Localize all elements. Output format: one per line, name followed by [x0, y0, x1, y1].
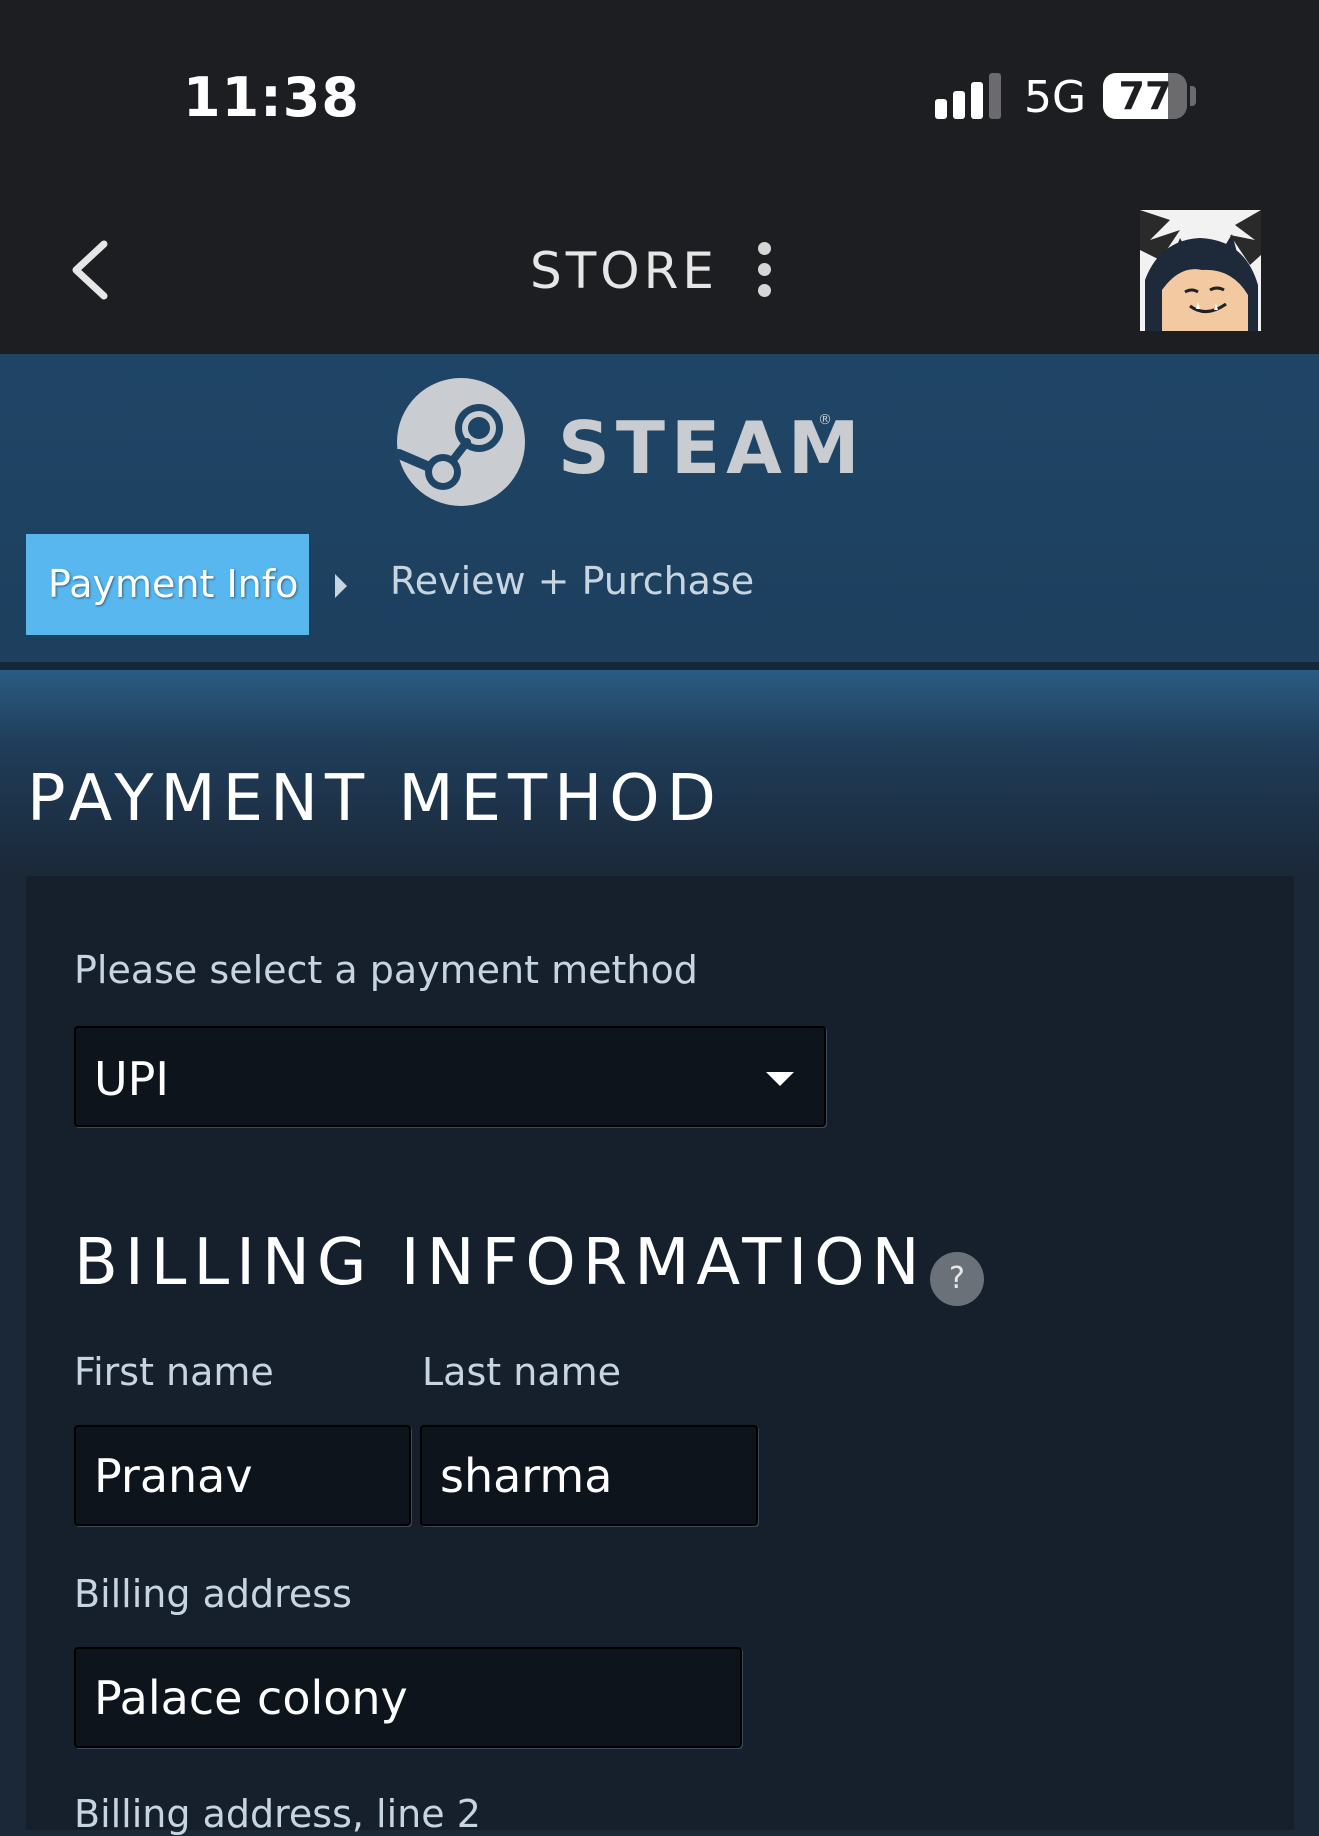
help-icon[interactable]: ?: [930, 1252, 984, 1306]
avatar[interactable]: [1140, 210, 1261, 331]
first-name-field[interactable]: Pranav: [74, 1425, 411, 1526]
battery-icon: 77: [1103, 73, 1187, 119]
avatar-image: [1140, 210, 1261, 331]
nav-title: STORE: [530, 242, 718, 300]
last-name-label: Last name: [422, 1350, 621, 1394]
dot-icon: [758, 242, 771, 255]
step-arrow-icon: [335, 574, 347, 598]
billing-address-field[interactable]: Palace colony: [74, 1647, 742, 1748]
last-name-field[interactable]: sharma: [420, 1425, 758, 1526]
billing-address-label: Billing address: [74, 1572, 352, 1616]
steam-logo-icon: [395, 378, 525, 506]
registered-mark: ®: [818, 412, 832, 428]
status-time: 11:38: [183, 66, 360, 129]
status-bar: 11:38 5G 77: [0, 0, 1319, 190]
billing-information-title: BILLING INFORMATION: [74, 1226, 927, 1300]
payment-method-value: UPI: [94, 1052, 169, 1106]
nav-bar: STORE: [0, 190, 1319, 354]
payment-select-label: Please select a payment method: [74, 948, 698, 992]
battery-cap: [1190, 86, 1196, 106]
steam-header: STEAM ® Payment Info Review + Purchase: [0, 354, 1319, 670]
step-review-purchase: Review + Purchase: [390, 559, 755, 603]
more-options-button[interactable]: [748, 242, 782, 298]
battery-percent: 77: [1118, 74, 1172, 118]
billing-address-line2-label: Billing address, line 2: [74, 1792, 481, 1836]
back-button[interactable]: [60, 230, 130, 310]
signal-icon: [935, 73, 1001, 119]
payment-method-select[interactable]: UPI: [74, 1026, 826, 1127]
network-type: 5G: [1024, 72, 1087, 123]
payment-method-title: PAYMENT METHOD: [27, 762, 723, 836]
chevron-left-icon: [72, 240, 108, 300]
first-name-label: First name: [74, 1350, 274, 1394]
chevron-down-icon: [766, 1072, 794, 1086]
step-payment-info[interactable]: Payment Info: [26, 534, 309, 635]
header-divider: [0, 662, 1319, 670]
dot-icon: [758, 263, 771, 276]
dot-icon: [758, 284, 771, 297]
